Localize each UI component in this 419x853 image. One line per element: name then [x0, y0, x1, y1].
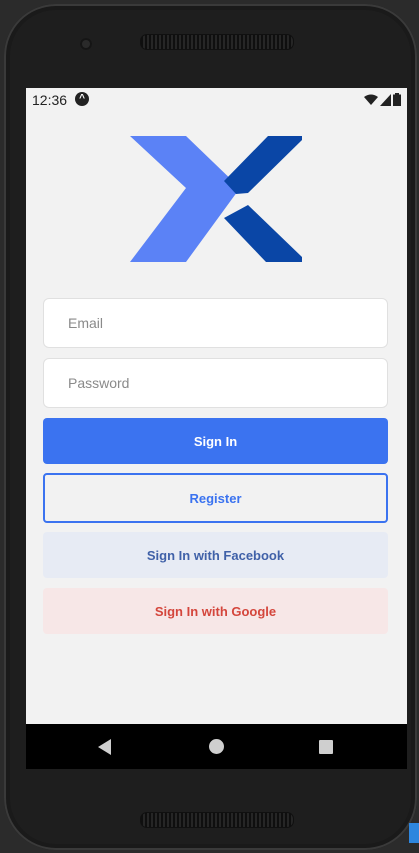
back-icon[interactable] — [98, 739, 111, 755]
x-logo — [130, 136, 302, 262]
status-bar: 12:36 ^ — [26, 88, 407, 112]
recents-icon[interactable] — [319, 740, 333, 754]
bottom-speaker-grille — [140, 812, 294, 828]
google-sign-in-button[interactable]: Sign In with Google — [43, 588, 388, 634]
password-input[interactable] — [44, 359, 387, 407]
wifi-icon — [364, 94, 378, 105]
logo-lower-arm — [224, 205, 302, 262]
signal-icon — [380, 93, 391, 106]
facebook-sign-in-button[interactable]: Sign In with Facebook — [43, 532, 388, 578]
password-field[interactable] — [43, 358, 388, 408]
status-time: 12:36 — [32, 92, 68, 108]
device-screen: 12:36 ^ Email Sign In Register Sign In w… — [26, 88, 407, 769]
email-field[interactable] — [43, 298, 388, 348]
battery-icon — [393, 93, 401, 106]
sign-in-button[interactable]: Sign In — [43, 418, 388, 464]
app-notification-icon: ^ — [75, 92, 89, 106]
status-icons — [364, 93, 401, 106]
phone-frame: 12:36 ^ Email Sign In Register Sign In w… — [4, 4, 417, 850]
front-camera — [80, 38, 92, 50]
top-speaker-grille — [140, 34, 294, 50]
window-edge-marker — [409, 823, 419, 843]
logo-left-chevron — [130, 136, 240, 262]
email-input[interactable] — [44, 299, 387, 347]
logo-upper-arm — [224, 136, 302, 194]
navigation-bar — [26, 724, 407, 769]
register-button[interactable]: Register — [43, 473, 388, 523]
home-icon[interactable] — [209, 739, 224, 754]
